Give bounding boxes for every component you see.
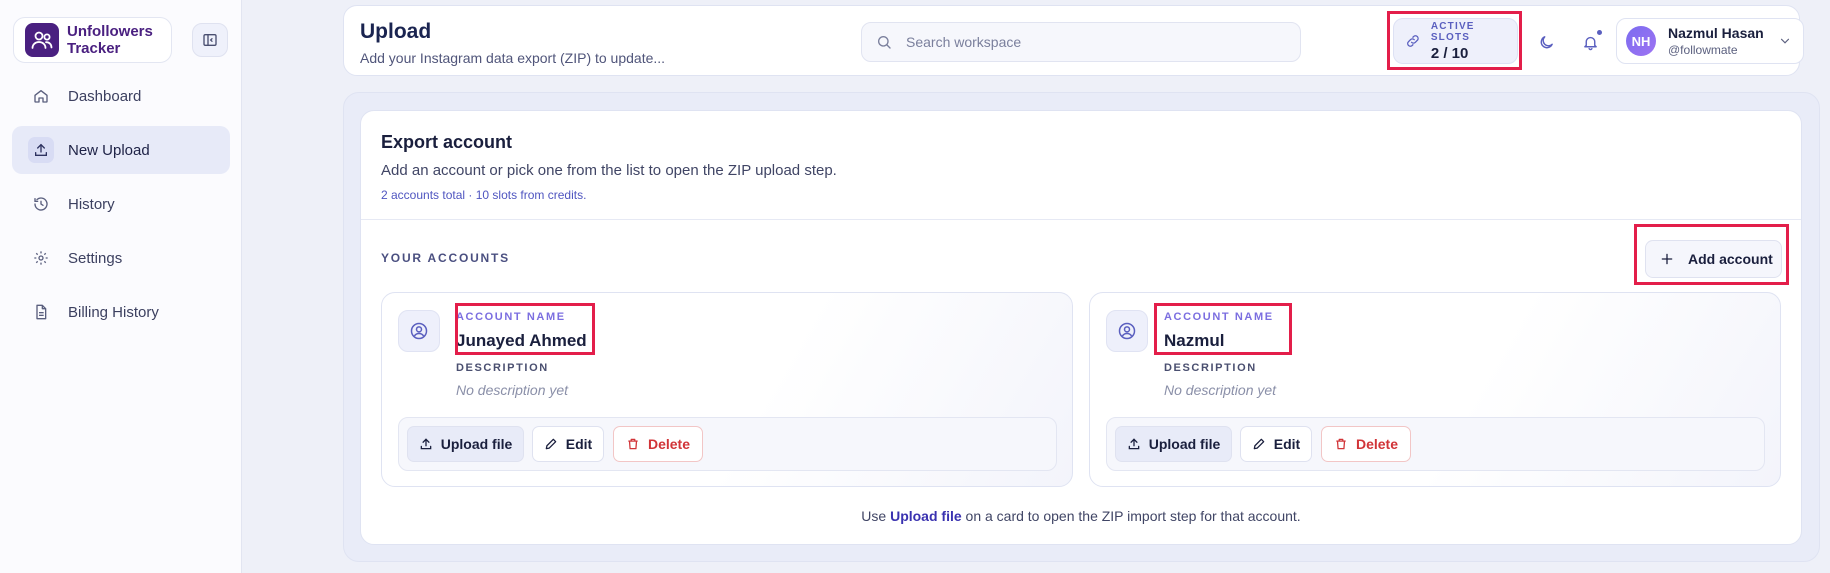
sidebar-item-settings[interactable]: Settings: [12, 234, 230, 282]
description-label: DESCRIPTION: [456, 362, 549, 374]
active-slots-label: ACTIVE SLOTS: [1430, 20, 1475, 43]
edit-label: Edit: [1273, 436, 1301, 452]
account-name: Nazmul: [1164, 331, 1225, 350]
account-card: ACCOUNT NAME Junayed Ahmed DESCRIPTION N…: [381, 292, 1073, 487]
sidebar-item-label: New Upload: [68, 141, 150, 159]
sidebar-item-dashboard[interactable]: Dashboard: [12, 72, 230, 120]
section-label: YOUR ACCOUNTS: [381, 251, 510, 265]
panel-meta: 2 accounts total · 10 slots from credits…: [381, 188, 587, 202]
sidebar-item-history[interactable]: History: [12, 180, 230, 228]
upload-icon: [420, 438, 432, 450]
add-account-button[interactable]: Add account: [1645, 240, 1782, 278]
moon-icon: [1540, 35, 1553, 48]
gear-icon: [28, 245, 54, 271]
sidebar-nav: Dashboard New Upload History Settings Bi…: [12, 72, 230, 342]
search-icon: [878, 36, 891, 49]
divider: [361, 219, 1801, 220]
footer-upload-link[interactable]: Upload file: [890, 508, 962, 524]
page-subtitle: Add your Instagram data export (ZIP) to …: [360, 50, 666, 66]
footer-note-pre: Use: [861, 508, 887, 524]
active-slots-badge: ACTIVE SLOTS 2 / 10: [1393, 18, 1518, 64]
user-handle: @followmate: [1668, 43, 1738, 57]
user-menu[interactable]: NH Nazmul Hasan @followmate: [1616, 18, 1804, 64]
add-account-label: Add account: [1688, 251, 1773, 267]
trash-icon: [628, 438, 638, 450]
pencil-icon: [545, 438, 557, 450]
sidebar-item-label: Billing History: [68, 303, 159, 321]
delete-button[interactable]: Delete: [613, 426, 703, 462]
card-actions: Upload file Edit Delete: [398, 417, 1057, 471]
notification-dot: [1597, 30, 1602, 35]
user-circle-icon: [1106, 310, 1148, 352]
users-logo-icon: [25, 23, 59, 57]
sidebar: Unfollowers Tracker Dashboard New Upload: [0, 0, 242, 573]
upload-icon: [1128, 438, 1140, 450]
link-icon: [1407, 35, 1419, 47]
panel-description: Add an account or pick one from the list…: [381, 162, 837, 179]
delete-label: Delete: [647, 436, 691, 452]
account-name-label: ACCOUNT NAME: [1164, 311, 1274, 323]
account-name-label: ACCOUNT NAME: [456, 311, 566, 323]
bell-icon: [1583, 36, 1597, 50]
trash-icon: [1336, 438, 1346, 450]
upload-file-button[interactable]: Upload file: [407, 426, 524, 462]
history-icon: [28, 191, 54, 217]
top-header: Upload Add your Instagram data export (Z…: [343, 5, 1804, 76]
upload-icon: [28, 137, 54, 163]
card-actions: Upload file Edit Delete: [1106, 417, 1765, 471]
edit-label: Edit: [565, 436, 593, 452]
plus-icon: [1661, 253, 1673, 265]
home-icon: [28, 83, 54, 109]
sidebar-item-label: History: [68, 195, 115, 213]
search-input[interactable]: [906, 34, 1286, 50]
sidebar-item-billing-history[interactable]: Billing History: [12, 288, 230, 336]
account-name: Junayed Ahmed: [456, 331, 587, 350]
upload-file-label: Upload file: [1148, 436, 1221, 452]
active-slots-value: 2 / 10: [1430, 44, 1469, 62]
sidebar-item-new-upload[interactable]: New Upload: [12, 126, 230, 174]
brand-name: Unfollowers Tracker: [67, 23, 153, 57]
app: Unfollowers Tracker Dashboard New Upload: [0, 0, 1830, 573]
search-box[interactable]: [861, 22, 1301, 62]
edit-button[interactable]: Edit: [532, 426, 604, 462]
description-value: No description yet: [456, 382, 569, 398]
sidebar-item-label: Dashboard: [68, 87, 142, 105]
footer-note: Use Upload file on a card to open the ZI…: [361, 508, 1801, 524]
theme-toggle-button[interactable]: [1532, 28, 1560, 56]
page-title: Upload: [360, 20, 432, 43]
sidebar-item-label: Settings: [68, 249, 123, 267]
upload-file-button[interactable]: Upload file: [1115, 426, 1232, 462]
sidebar-collapse-button[interactable]: [192, 23, 228, 57]
user-circle-icon: [398, 310, 440, 352]
panel-title: Export account: [381, 132, 513, 152]
account-card: ACCOUNT NAME Nazmul DESCRIPTION No descr…: [1089, 292, 1781, 487]
delete-label: Delete: [1355, 436, 1399, 452]
avatar: NH: [1626, 26, 1656, 56]
pencil-icon: [1253, 438, 1265, 450]
document-icon: [28, 299, 54, 325]
export-account-panel: Export account Add an account or pick on…: [360, 110, 1802, 545]
user-name: Nazmul Hasan: [1668, 25, 1764, 41]
footer-note-post: on a card to open the ZIP import step fo…: [965, 508, 1301, 524]
upload-file-label: Upload file: [440, 436, 513, 452]
sidebar-toggle-icon: [203, 34, 217, 46]
description-value: No description yet: [1164, 382, 1277, 398]
edit-button[interactable]: Edit: [1240, 426, 1312, 462]
chevron-down-icon: [1780, 38, 1790, 44]
notifications-button[interactable]: [1576, 28, 1604, 56]
brand[interactable]: Unfollowers Tracker: [13, 17, 172, 63]
description-label: DESCRIPTION: [1164, 362, 1257, 374]
delete-button[interactable]: Delete: [1321, 426, 1411, 462]
